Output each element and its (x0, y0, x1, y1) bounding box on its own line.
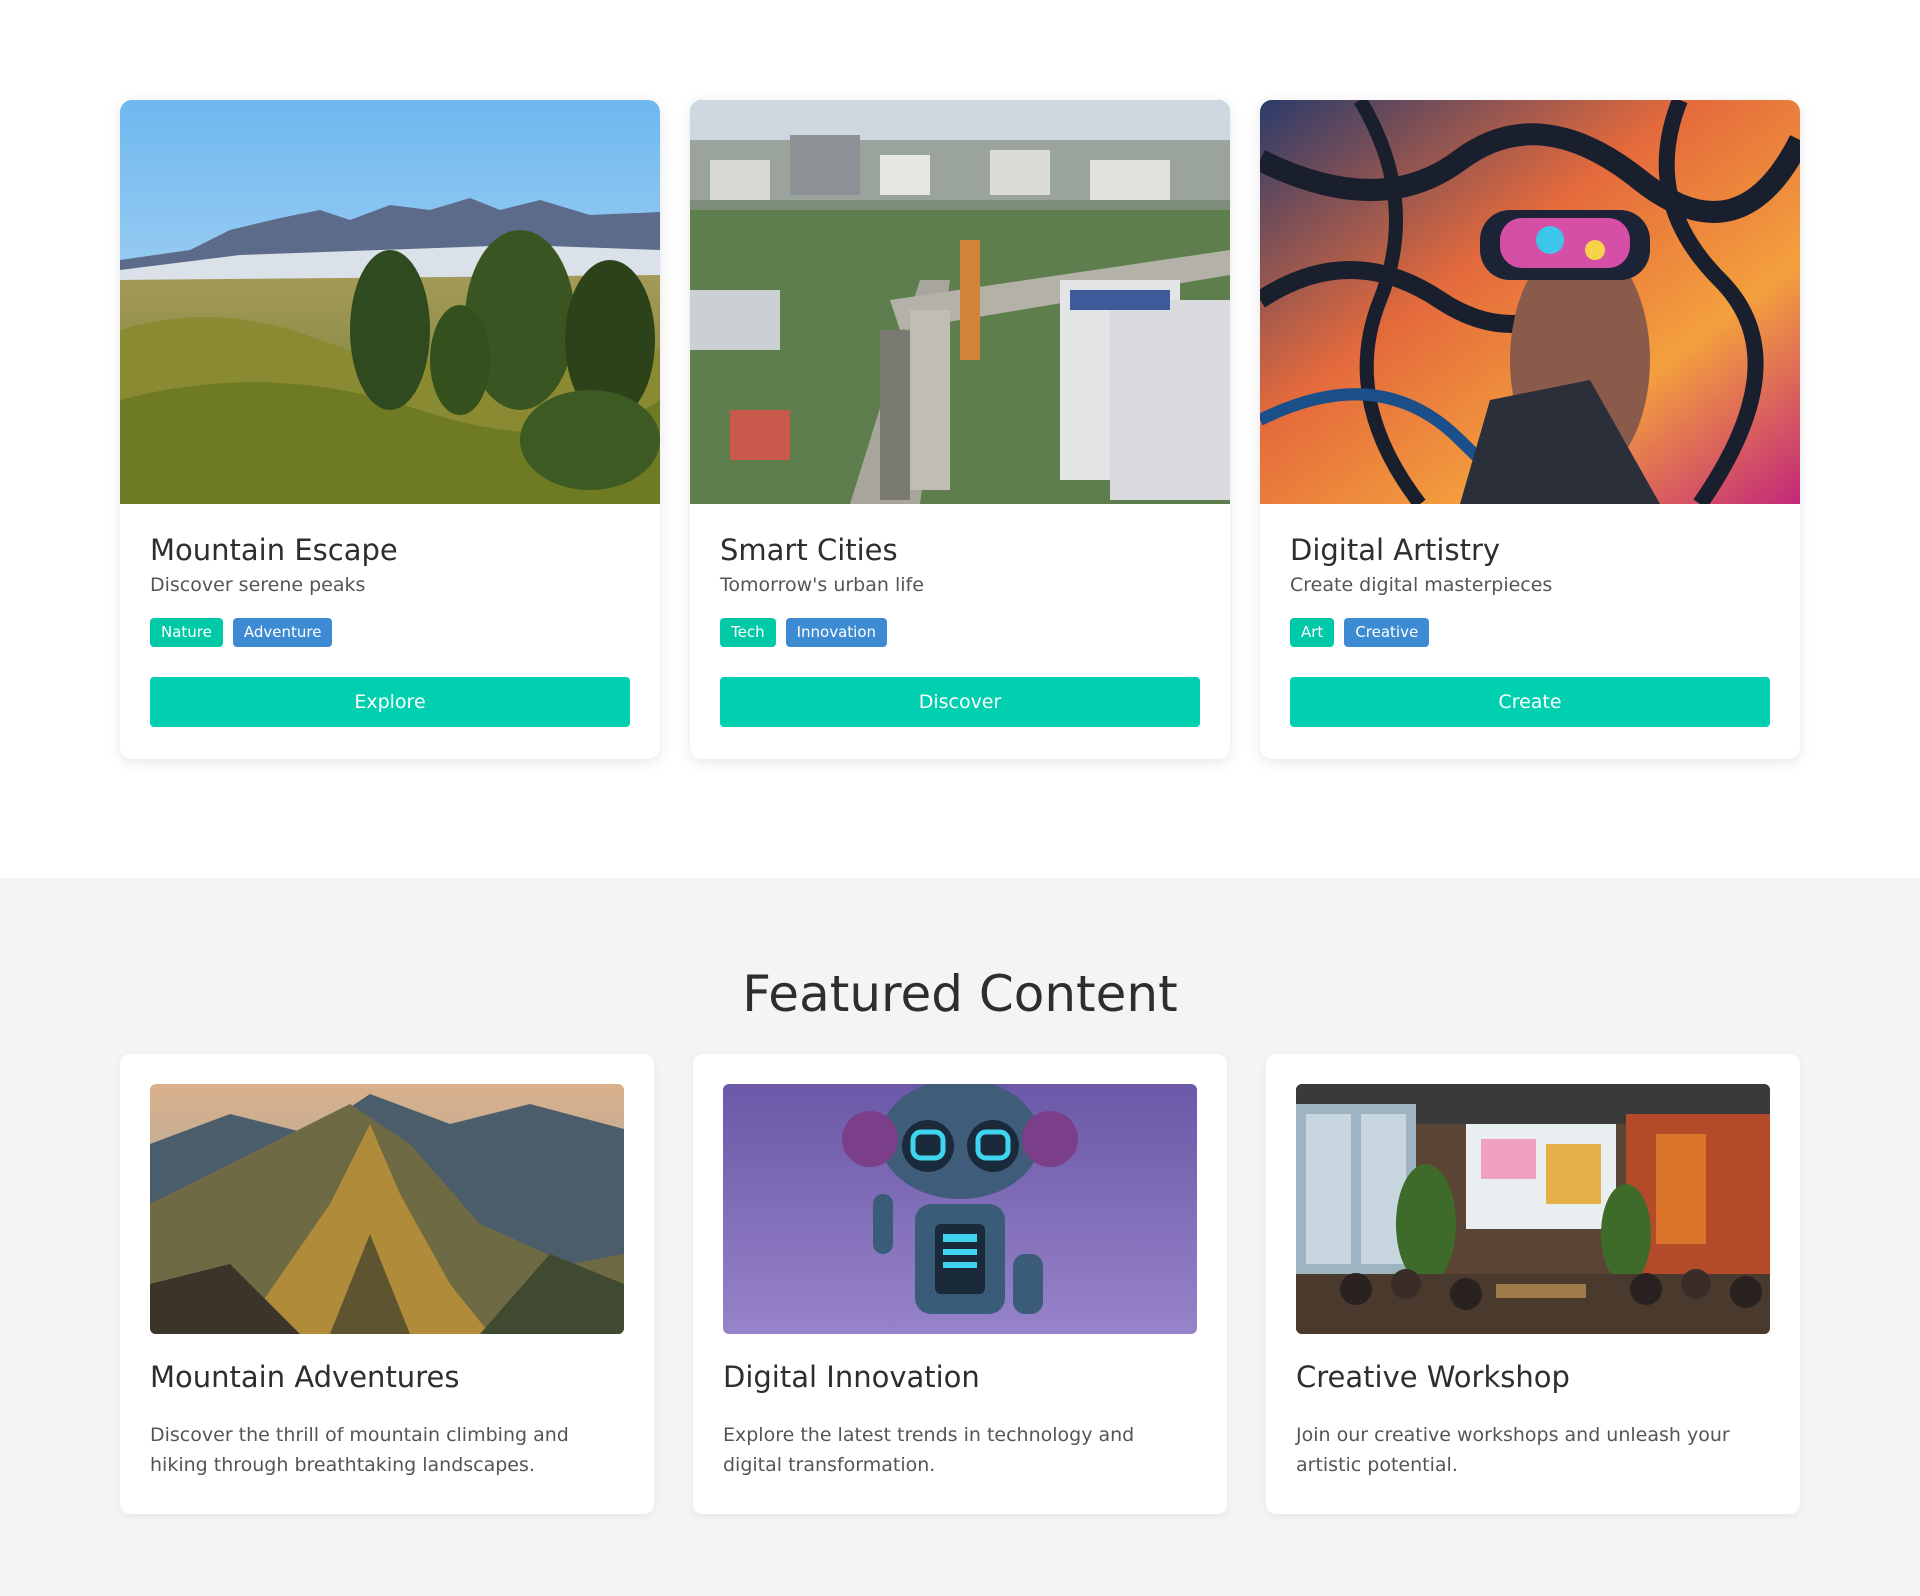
card-digital-artistry: Digital Artistry Create digital masterpi… (1260, 100, 1800, 759)
robot-image (723, 1084, 1197, 1334)
tag-innovation: Innovation (785, 618, 888, 647)
card-title: Mountain Escape (150, 533, 398, 567)
featured-card-description: Explore the latest trends in technology … (723, 1424, 1135, 1476)
featured-heading: Featured Content (742, 965, 1178, 1023)
featured-card-description: Join our creative workshops and unleash … (1296, 1424, 1730, 1476)
tag-list: Art Creative (1290, 618, 1770, 647)
card-title: Digital Artistry (1290, 533, 1501, 567)
tag-art: Art (1290, 618, 1335, 647)
card-subtitle: Create digital masterpieces (1290, 574, 1553, 596)
tag-list: Tech Innovation (720, 618, 1200, 647)
card-body: Digital Artistry Create digital masterpi… (1260, 504, 1800, 727)
create-button[interactable]: Create (1290, 677, 1770, 727)
card-smart-cities: Smart Cities Tomorrow's urban life Tech … (690, 100, 1230, 759)
tag-tech: Tech (720, 618, 776, 647)
featured-card-mountain-adventures: Mountain Adventures Discover the thrill … (120, 1054, 654, 1514)
mountain-ridge-image (150, 1084, 624, 1334)
city-aerial-image (690, 100, 1230, 504)
card-title: Smart Cities (720, 533, 898, 567)
featured-card-title: Creative Workshop (1296, 1360, 1570, 1394)
featured-section: Featured Content Mountain Adventures Dis… (0, 878, 1920, 1596)
card-subtitle: Discover serene peaks (150, 574, 366, 596)
explore-button[interactable]: Explore (150, 677, 630, 727)
card-mountain-escape: Mountain Escape Discover serene peaks Na… (120, 100, 660, 759)
vr-art-image (1260, 100, 1800, 504)
featured-card-description: Discover the thrill of mountain climbing… (150, 1424, 569, 1476)
featured-card-creative-workshop: Creative Workshop Join our creative work… (1266, 1054, 1800, 1514)
tag-nature: Nature (150, 618, 223, 647)
card-subtitle: Tomorrow's urban life (720, 574, 924, 596)
featured-card-title: Mountain Adventures (150, 1360, 460, 1394)
discover-button[interactable]: Discover (720, 677, 1200, 727)
card-body: Smart Cities Tomorrow's urban life Tech … (690, 504, 1230, 727)
cards-row: Mountain Escape Discover serene peaks Na… (120, 100, 1800, 759)
tag-creative: Creative (1344, 618, 1430, 647)
tag-list: Nature Adventure (150, 618, 630, 647)
mountain-landscape-image (120, 100, 660, 504)
featured-cards: Mountain Adventures Discover the thrill … (120, 1054, 1800, 1514)
cards-section: Mountain Escape Discover serene peaks Na… (0, 0, 1920, 878)
workshop-image (1296, 1084, 1770, 1334)
tag-adventure: Adventure (232, 618, 333, 647)
featured-card-digital-innovation: Digital Innovation Explore the latest tr… (693, 1054, 1227, 1514)
card-body: Mountain Escape Discover serene peaks Na… (120, 504, 660, 727)
featured-card-title: Digital Innovation (723, 1360, 980, 1394)
